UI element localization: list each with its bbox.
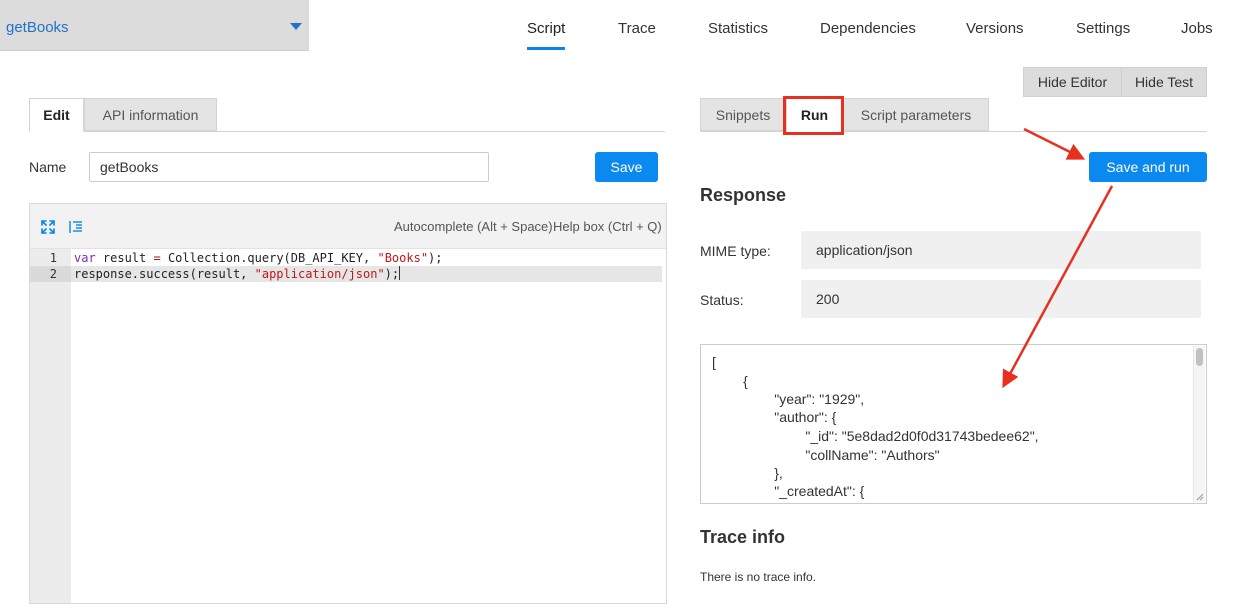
code-token: response.success(result, — [74, 267, 255, 281]
tab-versions[interactable]: Versions — [966, 20, 1024, 37]
response-line: }, — [712, 465, 783, 481]
save-button[interactable]: Save — [595, 152, 658, 182]
code-token: ); — [384, 267, 400, 281]
code-token: = — [153, 251, 161, 265]
name-label: Name — [29, 159, 67, 175]
expand-arrows-icon[interactable] — [41, 220, 55, 234]
response-line: { — [712, 373, 748, 389]
arrow-to-save-and-run — [1023, 127, 1086, 160]
line-number-gutter: 1 2 — [30, 249, 71, 603]
tab-dependencies[interactable]: Dependencies — [820, 20, 916, 37]
response-line: "_id": "5e8dad2d0f0d31743bedee62", — [712, 428, 1039, 444]
text-cursor — [399, 266, 401, 280]
code-token: "Books" — [377, 251, 429, 265]
active-tab-indicator — [527, 47, 565, 50]
hide-editor-button[interactable]: Hide Editor — [1023, 67, 1122, 97]
tab-script-parameters[interactable]: Script parameters — [843, 98, 989, 131]
code-token: "application/json" — [254, 267, 385, 281]
tab-edit[interactable]: Edit — [29, 98, 84, 132]
mime-type-label: MIME type: — [700, 243, 771, 259]
response-line: [ — [712, 354, 716, 370]
response-body-textarea[interactable]: [ { "year": "1929", "author": { "_id": "… — [700, 344, 1207, 504]
chevron-down-icon[interactable] — [290, 23, 302, 30]
code-token: var — [74, 251, 96, 265]
response-line: "author": { — [712, 409, 837, 425]
api-selector-value: getBooks — [6, 19, 69, 36]
response-line: "_createdAt": { — [712, 483, 865, 499]
scrollbar-thumb[interactable] — [1196, 348, 1203, 366]
line-number: 2 — [30, 266, 71, 282]
code-token: result — [95, 251, 154, 265]
hide-test-button[interactable]: Hide Test — [1121, 67, 1207, 97]
line-number: 1 — [49, 251, 57, 265]
response-line: "collName": "Authors" — [712, 447, 940, 463]
code-line-active[interactable]: response.success(result, "application/js… — [71, 266, 662, 282]
tab-script[interactable]: Script — [527, 20, 565, 37]
tab-trace[interactable]: Trace — [618, 20, 656, 37]
autocomplete-hint: Autocomplete (Alt + Space) — [394, 219, 553, 234]
api-selector-dropdown[interactable]: getBooks — [0, 0, 309, 51]
status-value: 200 — [801, 280, 1201, 318]
response-line: "year": "1929", — [712, 391, 865, 407]
code-token: ); — [428, 251, 443, 265]
trace-info-heading: Trace info — [700, 527, 786, 547]
tab-jobs[interactable]: Jobs — [1181, 20, 1213, 37]
status-label: Status: — [700, 292, 744, 308]
editor-tabs-divider — [29, 131, 665, 132]
save-and-run-button[interactable]: Save and run — [1089, 152, 1207, 182]
code-line[interactable]: var result = Collection.query(DB_API_KEY… — [74, 250, 443, 266]
mime-type-value: application/json — [801, 231, 1201, 269]
editor-toolbar: Autocomplete (Alt + Space) Help box (Ctr… — [30, 204, 666, 249]
top-bar: getBooks Script Trace Statistics Depende… — [0, 0, 1236, 51]
tab-api-information[interactable]: API information — [84, 98, 217, 131]
tab-run[interactable]: Run — [786, 98, 843, 132]
tab-statistics[interactable]: Statistics — [708, 20, 768, 37]
name-input[interactable] — [89, 152, 489, 182]
trace-info-message: There is no trace info. — [700, 570, 817, 584]
tab-snippets[interactable]: Snippets — [700, 98, 786, 131]
code-token: Collection.query(DB_API_KEY, — [160, 251, 378, 265]
test-tabs-divider — [700, 131, 1207, 132]
tab-settings[interactable]: Settings — [1076, 20, 1130, 37]
response-scrollbar[interactable] — [1193, 346, 1205, 502]
format-indent-icon[interactable] — [69, 220, 83, 234]
helpbox-hint: Help box (Ctrl + Q) — [553, 219, 662, 234]
response-heading: Response — [700, 185, 787, 205]
resize-grip-icon[interactable] — [1195, 492, 1204, 501]
code-editor[interactable]: Autocomplete (Alt + Space) Help box (Ctr… — [29, 203, 667, 604]
